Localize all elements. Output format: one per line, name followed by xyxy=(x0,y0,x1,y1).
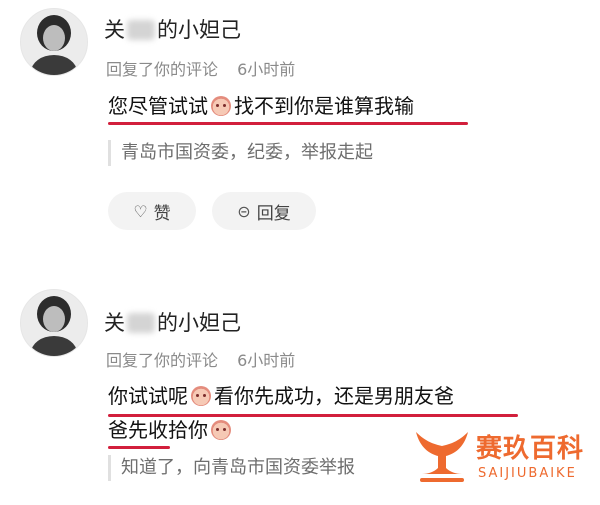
action-text: 回复了你的评论 xyxy=(106,60,219,79)
comment-text-line-1: 你试试呢 看你先成功，还是男朋友爸 xyxy=(108,382,454,410)
quote-text: 青岛市国资委，纪委，举报走起 xyxy=(121,142,373,163)
avatar[interactable] xyxy=(20,8,88,76)
comment-meta: 回复了你的评论 6小时前 xyxy=(106,347,295,371)
comment-text-part: 找不到你是谁算我输 xyxy=(234,94,414,118)
quoted-comment[interactable]: 知道了，向青岛市国资委举报 xyxy=(108,455,355,481)
comment-meta: 回复了你的评论 6小时前 xyxy=(106,56,295,80)
reply-button[interactable]: ⊝ 回复 xyxy=(212,192,316,230)
comment-bubble-icon: ⊝ xyxy=(237,201,251,221)
username[interactable]: 关 的小妲己 xyxy=(104,307,241,337)
watermark-subtitle: SAIJIUBAIKE xyxy=(478,466,577,481)
comment-text-part: 你试试呢 xyxy=(108,384,188,408)
whale-tail-logo-icon xyxy=(416,432,468,482)
comment-text-part: 看你先成功，还是男朋友爸 xyxy=(214,384,454,408)
username-suffix: 的小妲己 xyxy=(157,18,241,42)
username-blur xyxy=(127,20,155,40)
avatar[interactable] xyxy=(20,289,88,357)
like-button[interactable]: ♡ 赞 xyxy=(108,192,196,230)
quoted-comment[interactable]: 青岛市国资委，纪委，举报走起 xyxy=(108,140,373,166)
username-blur xyxy=(127,313,155,333)
heart-outline-icon: ♡ xyxy=(133,201,148,221)
highlight-underline xyxy=(108,122,468,125)
quote-text: 知道了，向青岛市国资委举报 xyxy=(121,457,355,478)
emoji-icon xyxy=(191,386,211,406)
timestamp: 6小时前 xyxy=(237,351,296,370)
username-prefix: 关 xyxy=(104,311,125,335)
watermark: 赛玖百科 SAIJIUBAIKE xyxy=(410,418,595,498)
username-suffix: 的小妲己 xyxy=(157,311,241,335)
username[interactable]: 关 的小妲己 xyxy=(104,14,241,44)
reply-label: 回复 xyxy=(256,203,291,224)
emoji-icon xyxy=(211,420,231,440)
watermark-title: 赛玖百科 xyxy=(476,434,585,464)
comment-text-line-2: 爸先收拾你 xyxy=(108,416,234,444)
action-text: 回复了你的评论 xyxy=(106,351,219,370)
timestamp: 6小时前 xyxy=(237,60,296,79)
username-prefix: 关 xyxy=(104,18,125,42)
like-label: 赞 xyxy=(153,203,171,224)
comment-text-part: 爸先收拾你 xyxy=(108,418,208,442)
highlight-underline xyxy=(108,446,170,449)
comment-text: 您尽管试试 找不到你是谁算我输 xyxy=(108,92,414,120)
comment-card-1: 关 的小妲己 回复了你的评论 6小时前 您尽管试试 找不到你是谁算我输 青岛市国资委… xyxy=(0,0,600,260)
comment-text-part: 您尽管试试 xyxy=(108,94,208,118)
emoji-icon xyxy=(211,96,231,116)
